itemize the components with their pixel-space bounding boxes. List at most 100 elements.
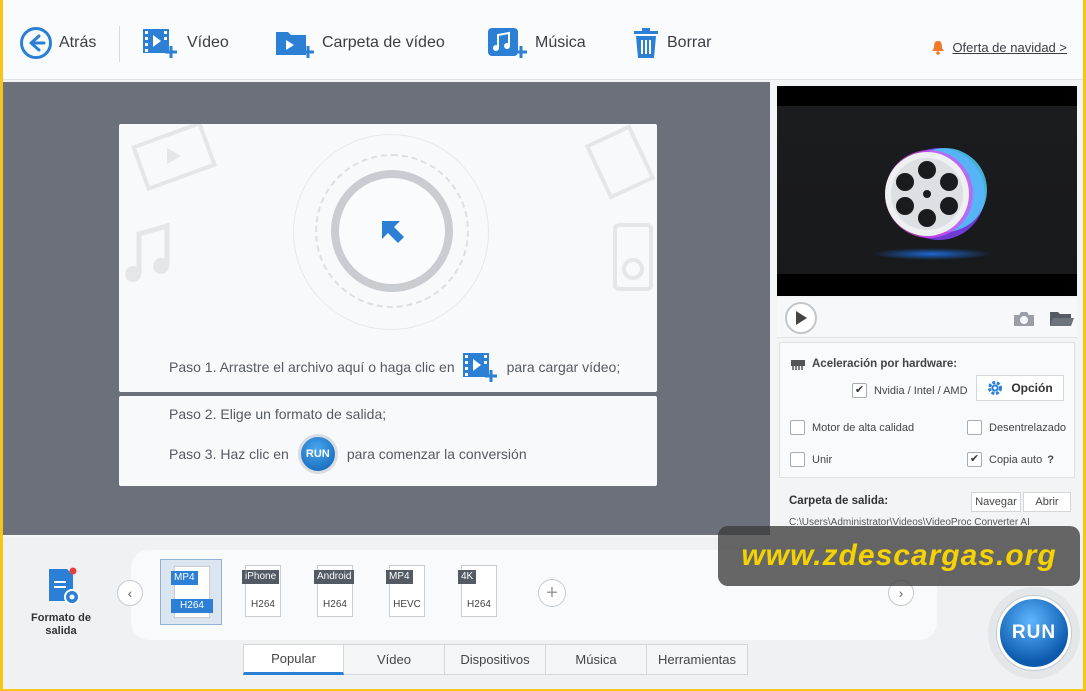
back-label: Atrás bbox=[59, 34, 97, 51]
folder-add-icon bbox=[276, 32, 314, 58]
step-1-text: Paso 1. Arrastre el archivo aquí o haga … bbox=[169, 359, 455, 375]
run-inline-icon: RUN bbox=[297, 434, 338, 474]
hw-accel-checkbox[interactable]: ✔ Nvidia / Intel / AMD bbox=[852, 383, 968, 398]
delete-label: Borrar bbox=[667, 34, 712, 51]
format-top-label: MP4 bbox=[386, 570, 413, 584]
watermark: www.zdescargas.org bbox=[718, 526, 1080, 586]
format-tabs: Popular Vídeo Dispositivos Música Herram… bbox=[243, 644, 748, 675]
video-preview bbox=[777, 86, 1077, 296]
format-item-mp4-h264[interactable]: MP4 H264 bbox=[160, 559, 222, 625]
output-format-label: Formato de salida bbox=[31, 612, 91, 637]
film-add-icon[interactable] bbox=[461, 350, 501, 384]
back-button[interactable]: Atrás bbox=[19, 20, 96, 66]
format-item-4k-h264[interactable]: 4K H264 bbox=[448, 559, 510, 625]
tab-devices[interactable]: Dispositivos bbox=[445, 644, 546, 675]
format-item-iphone-h264[interactable]: iPhone H264 bbox=[232, 559, 294, 625]
preview-controls bbox=[777, 298, 1077, 338]
output-format-button[interactable]: Formato de salida bbox=[25, 567, 97, 638]
high-quality-label: Motor de alta calidad bbox=[812, 421, 915, 434]
autocopy-checkbox[interactable]: ✔ Copia auto ? bbox=[967, 452, 1054, 467]
hw-accel-option-label: Nvidia / Intel / AMD bbox=[874, 384, 968, 397]
add-music-button[interactable]: Música bbox=[487, 20, 586, 66]
merge-label: Unir bbox=[812, 453, 833, 466]
tab-popular[interactable]: Popular bbox=[243, 644, 344, 675]
autocopy-label: Copia auto bbox=[989, 453, 1043, 466]
format-doc: Android H264 bbox=[314, 565, 355, 617]
add-format-button[interactable]: + bbox=[538, 579, 566, 607]
checkbox-icon[interactable] bbox=[790, 452, 805, 467]
format-top-label: MP4 bbox=[171, 571, 198, 585]
tab-video[interactable]: Vídeo bbox=[344, 644, 445, 675]
arrow-left-icon bbox=[20, 27, 52, 59]
add-folder-label: Carpeta de vídeo bbox=[322, 34, 445, 51]
deinterlace-label: Desentrelazado bbox=[989, 421, 1067, 434]
chevron-left-icon: ‹ bbox=[127, 585, 133, 601]
camera-icon[interactable] bbox=[1013, 311, 1035, 327]
trash-icon bbox=[634, 28, 658, 58]
drop-zone-card[interactable]: Paso 1. Arrastre el archivo aquí o haga … bbox=[119, 124, 657, 392]
step-3-text: Paso 3. Haz clic en bbox=[169, 446, 289, 462]
format-doc: iPhone H264 bbox=[242, 565, 281, 617]
tab-tools[interactable]: Herramientas bbox=[647, 644, 748, 675]
high-quality-checkbox[interactable]: Motor de alta calidad bbox=[790, 420, 914, 435]
help-icon[interactable]: ? bbox=[1047, 454, 1054, 466]
gear-icon bbox=[988, 381, 1003, 395]
play-icon bbox=[796, 311, 807, 325]
drop-target[interactable] bbox=[331, 170, 453, 292]
christmas-offer-link[interactable]: Oferta de navidad > bbox=[931, 40, 1067, 55]
format-bottom-label: H264 bbox=[323, 599, 347, 610]
browse-button[interactable]: Navegar bbox=[971, 492, 1021, 512]
format-doc: MP4 HEVC bbox=[386, 565, 425, 617]
app-logo-icon bbox=[872, 148, 992, 260]
checkbox-icon[interactable] bbox=[967, 420, 982, 435]
drop-area[interactable]: Paso 1. Arrastre el archivo aquí o haga … bbox=[3, 82, 770, 535]
output-folder-label: Carpeta de salida: bbox=[789, 495, 889, 507]
folder-open-icon[interactable] bbox=[1049, 310, 1075, 328]
device-decor-icon bbox=[613, 223, 653, 291]
film-decor-icon bbox=[131, 124, 217, 192]
step-2: Paso 2. Elige un formato de salida; bbox=[169, 406, 387, 422]
step-3: Paso 3. Haz clic en RUN para comenzar la… bbox=[169, 434, 527, 474]
offer-label: Oferta de navidad > bbox=[952, 40, 1067, 55]
plus-icon: + bbox=[546, 581, 558, 604]
deinterlace-checkbox[interactable]: Desentrelazado bbox=[967, 420, 1066, 435]
checkbox-icon[interactable] bbox=[790, 420, 805, 435]
output-format-icon bbox=[49, 567, 80, 605]
add-video-button[interactable]: Vídeo bbox=[141, 20, 229, 66]
music-add-icon bbox=[488, 28, 527, 58]
run-button[interactable]: RUN bbox=[988, 587, 1080, 679]
play-button[interactable] bbox=[785, 302, 817, 334]
option-button-label: Opción bbox=[1011, 381, 1053, 395]
step-3-text-end: para comenzar la conversión bbox=[346, 446, 527, 462]
format-item-mp4-hevc[interactable]: MP4 HEVC bbox=[376, 559, 438, 625]
delete-button[interactable]: Borrar bbox=[631, 20, 711, 66]
format-top-label: 4K bbox=[458, 570, 477, 584]
film-add-icon bbox=[143, 29, 177, 58]
run-button-label: RUN bbox=[997, 596, 1071, 670]
tab-music[interactable]: Música bbox=[546, 644, 647, 675]
format-bottom-label: H264 bbox=[251, 599, 275, 610]
toolbar-divider bbox=[119, 26, 120, 62]
format-bottom-label: H264 bbox=[180, 600, 204, 611]
right-panel: Aceleración por hardware: ✔ Nvidia / Int… bbox=[773, 82, 1083, 535]
avi-decor-icon bbox=[585, 124, 656, 200]
app-window: Atrás Vídeo Carpeta de vídeo Música Borr… bbox=[3, 0, 1083, 689]
music-decor-icon bbox=[125, 222, 170, 282]
format-item-android-h264[interactable]: Android H264 bbox=[304, 559, 366, 625]
format-bottom-label: H264 bbox=[467, 599, 491, 610]
option-button[interactable]: Opción bbox=[976, 375, 1064, 401]
add-music-label: Música bbox=[535, 34, 586, 51]
add-folder-button[interactable]: Carpeta de vídeo bbox=[274, 20, 445, 66]
open-button[interactable]: Abrir bbox=[1023, 492, 1071, 512]
merge-checkbox[interactable]: Unir bbox=[790, 452, 832, 467]
format-bottom-label: HEVC bbox=[393, 599, 421, 610]
format-top-label: Android bbox=[314, 570, 355, 584]
chip-icon bbox=[791, 360, 805, 370]
scroll-left-button[interactable]: ‹ bbox=[117, 580, 143, 606]
toolbar: Atrás Vídeo Carpeta de vídeo Música Borr… bbox=[3, 0, 1083, 80]
checkbox-checked-icon[interactable]: ✔ bbox=[852, 383, 867, 398]
checkbox-checked-icon[interactable]: ✔ bbox=[967, 452, 982, 467]
step-1: Paso 1. Arrastre el archivo aquí o haga … bbox=[169, 350, 620, 384]
bell-icon bbox=[932, 41, 945, 55]
add-video-label: Vídeo bbox=[187, 34, 229, 51]
